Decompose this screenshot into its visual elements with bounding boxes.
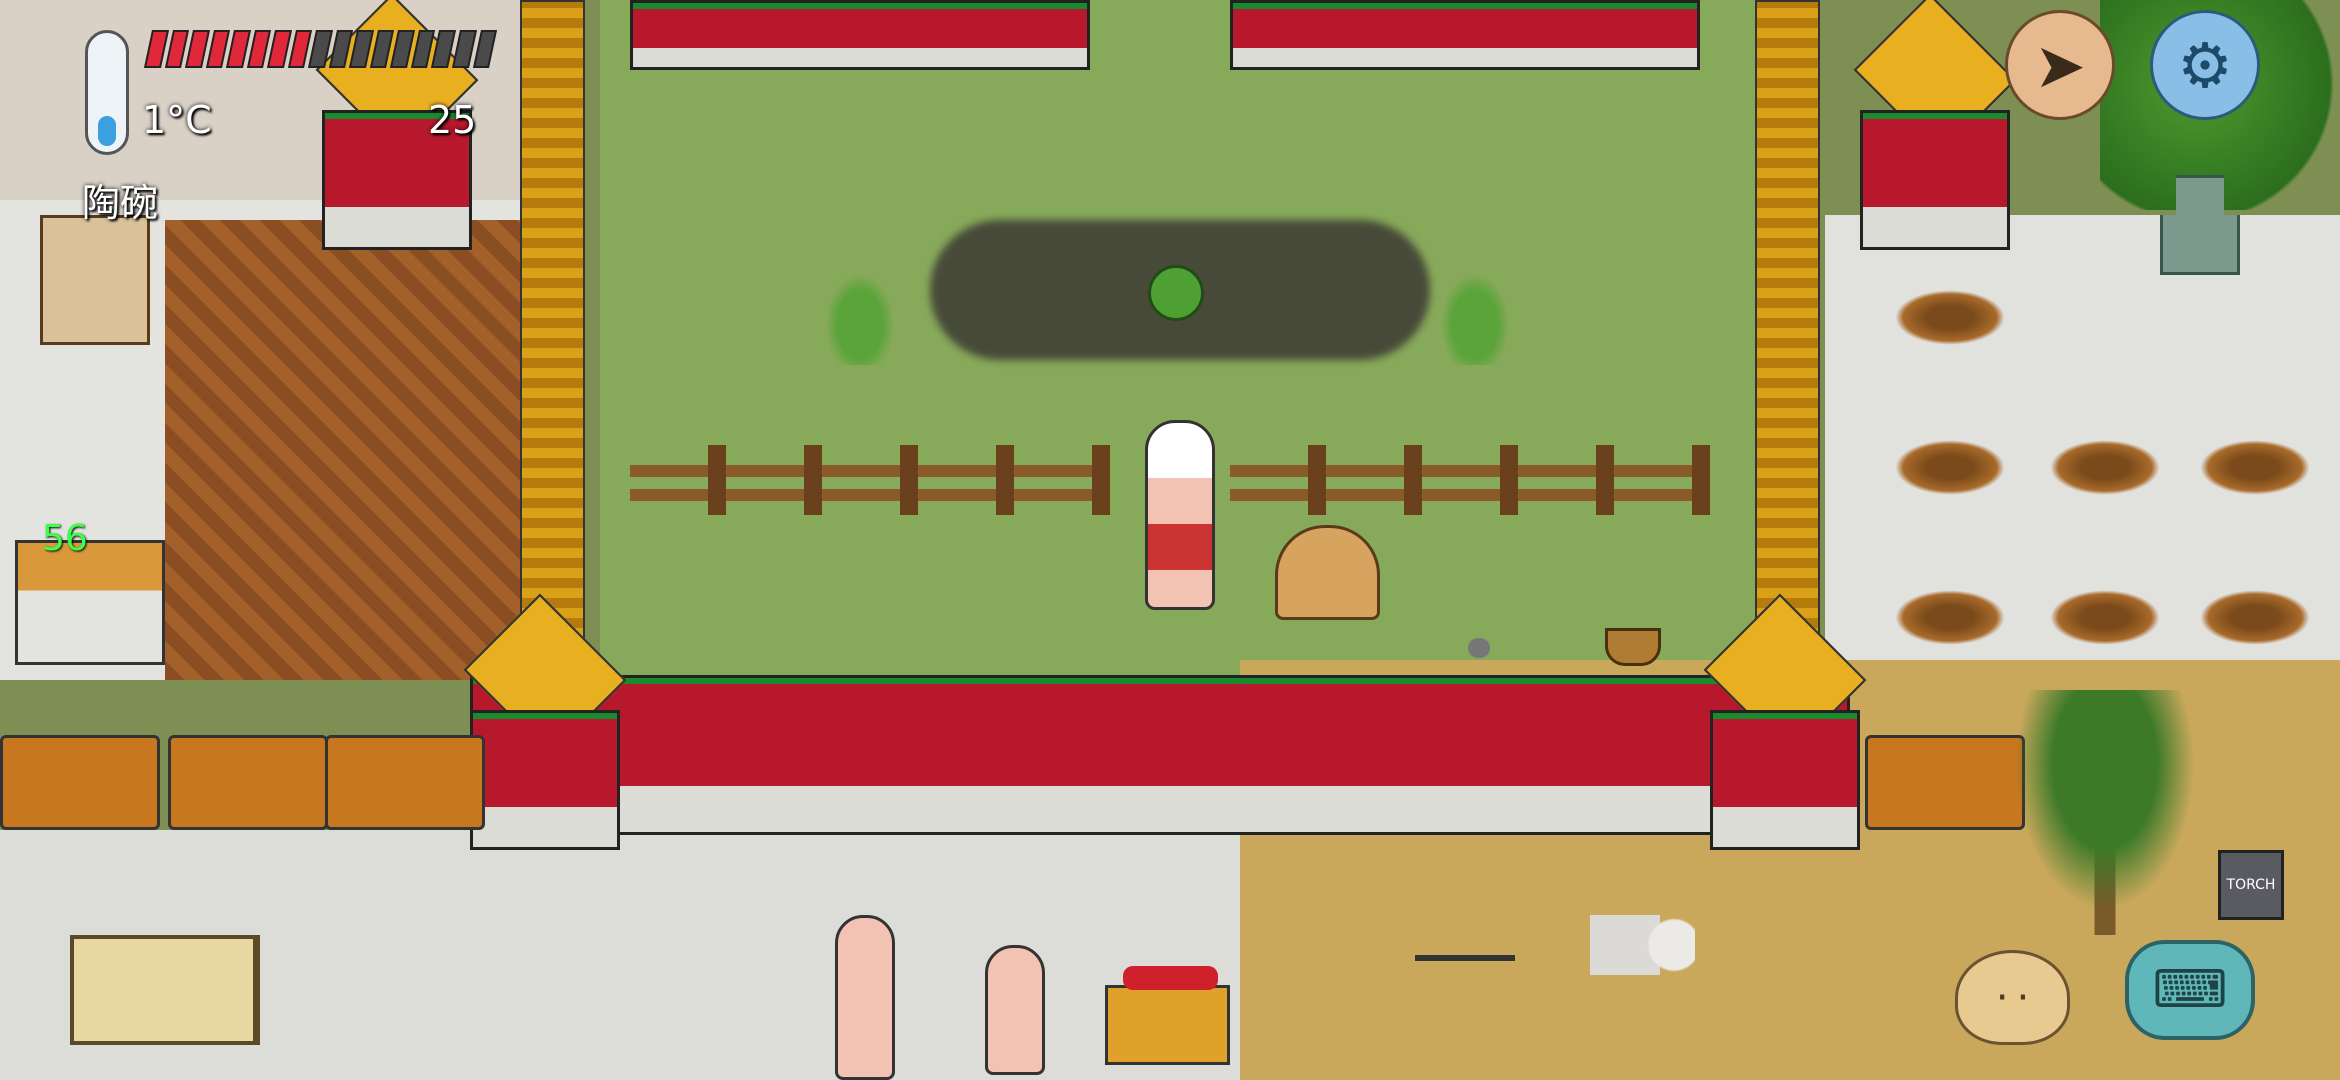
palm-tree[interactable] xyxy=(2000,690,2210,935)
crop-plant[interactable] xyxy=(820,265,900,365)
npc-character[interactable] xyxy=(835,915,895,1080)
held-item-label: 陶碗 xyxy=(82,181,159,225)
basket[interactable] xyxy=(1605,628,1661,666)
torch-post[interactable]: TORCH xyxy=(2218,850,2284,920)
torch-label: TORCH xyxy=(2226,877,2276,893)
straw-pile[interactable] xyxy=(2050,590,2160,645)
dry-hedge xyxy=(0,735,160,830)
straw-pile[interactable] xyxy=(2200,440,2310,495)
bottom-wall xyxy=(470,675,1850,835)
arrow-item[interactable] xyxy=(1415,955,1515,961)
corner-tower-bottom-left xyxy=(460,593,630,850)
sewing-machine[interactable] xyxy=(15,540,165,665)
gear-icon[interactable]: ⚙ xyxy=(2150,10,2260,120)
straw-pile[interactable] xyxy=(1895,290,2005,345)
age-readout: 25 xyxy=(428,98,477,142)
left-wall-column xyxy=(520,0,585,640)
npc-character-with-basket[interactable] xyxy=(985,945,1045,1075)
straw-pile[interactable] xyxy=(2050,440,2160,495)
recipe-book-icon[interactable] xyxy=(70,935,260,1045)
compass-icon[interactable]: ➤ xyxy=(2005,10,2115,120)
sapling[interactable] xyxy=(1148,265,1204,321)
object-number-label: 56 xyxy=(42,518,88,559)
crop-plant[interactable] xyxy=(1435,265,1515,365)
handcart-with-produce[interactable] xyxy=(1105,966,1230,1065)
corner-tower-top-right xyxy=(1850,0,2020,250)
emote-face-icon[interactable]: ⋅ ⋅ xyxy=(1955,950,2070,1045)
top-wall-right xyxy=(1230,0,1700,70)
right-wall-column xyxy=(1755,0,1820,640)
straw-pile[interactable] xyxy=(1895,440,2005,495)
clay-kiln[interactable] xyxy=(1275,525,1380,620)
wooden-fence-left xyxy=(630,445,1110,515)
keyboard-chat-icon[interactable]: ⌨ xyxy=(2125,940,2255,1040)
dry-hedge xyxy=(168,735,328,830)
spinning-wheel[interactable] xyxy=(40,215,150,345)
straw-pile[interactable] xyxy=(2200,590,2310,645)
top-wall-left xyxy=(630,0,1090,70)
round-stone[interactable] xyxy=(1468,638,1490,658)
skeleton-remains[interactable] xyxy=(1555,915,1695,975)
dry-hedge xyxy=(325,735,485,830)
thermometer-icon xyxy=(85,30,129,155)
wooden-fence-right xyxy=(1230,445,1710,515)
temperature-readout: 1°C xyxy=(142,98,212,142)
player-character[interactable] xyxy=(1145,420,1215,610)
straw-pile[interactable] xyxy=(1895,590,2005,645)
food-meter xyxy=(143,30,498,68)
corner-tower-bottom-right xyxy=(1700,593,1870,850)
